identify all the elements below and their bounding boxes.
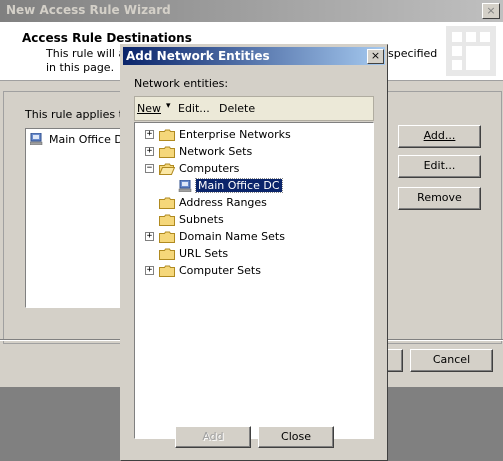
expand-icon[interactable]: + <box>145 130 154 139</box>
tree-node-label: Domain Name Sets <box>179 230 285 243</box>
wizard-title: New Access Rule Wizard <box>6 3 171 17</box>
add-network-entities-dialog: Add Network Entities × Network entities:… <box>120 44 388 461</box>
tree-node-main-office-dc[interactable]: Main Office DC <box>135 178 373 194</box>
network-entities-label: Network entities: <box>134 77 229 90</box>
dialog-add-button[interactable]: Add <box>175 426 251 448</box>
wizard-remove-label: Remove <box>417 191 462 204</box>
new-menu-label: New <box>137 102 161 115</box>
expand-icon[interactable]: + <box>145 232 154 241</box>
open-folder-icon <box>159 163 175 175</box>
computer-icon <box>30 133 43 145</box>
folder-icon <box>159 231 175 243</box>
dialog-title: Add Network Entities <box>126 49 270 63</box>
destination-list-item[interactable]: Main Office DC <box>49 133 131 146</box>
tree-node-label: Enterprise Networks <box>179 128 291 141</box>
delete-toolbar-label: Delete <box>219 102 256 115</box>
dialog-close-button[interactable]: Close <box>258 426 334 448</box>
wizard-edit-label: Edit... <box>423 159 456 172</box>
folder-icon <box>159 129 175 141</box>
wizard-edit-button[interactable]: Edit... <box>398 155 481 178</box>
collapse-icon[interactable]: − <box>145 164 154 173</box>
wizard-description-line2: in this page. <box>46 61 115 74</box>
tree-node-label-selected: Main Office DC <box>195 178 283 193</box>
tree-node-label: Computer Sets <box>179 264 261 277</box>
tree-node-label: Network Sets <box>179 145 253 158</box>
tree-node-computers[interactable]: − Computers <box>135 161 373 177</box>
tree-node-label: Address Ranges <box>179 196 267 209</box>
entities-toolbar: New ▾ Edit... Delete <box>134 96 374 121</box>
edit-toolbar-label: Edit... <box>178 102 210 115</box>
wizard-titlebar: New Access Rule Wizard × <box>0 0 503 22</box>
tree-node-label: Subnets <box>179 213 224 226</box>
wizard-heading: Access Rule Destinations <box>22 31 192 45</box>
tree-node-network-sets[interactable]: + Network Sets <box>135 144 373 160</box>
tree-node-label: Computers <box>179 162 240 175</box>
tree-node-domain-name-sets[interactable]: + Domain Name Sets <box>135 229 373 245</box>
chevron-down-icon[interactable]: ▾ <box>166 101 171 111</box>
tree-node-subnets[interactable]: Subnets <box>135 212 373 228</box>
folder-icon <box>159 197 175 209</box>
folder-icon <box>159 214 175 226</box>
wizard-logo-icon <box>446 26 496 76</box>
destination-list[interactable]: Main Office DC <box>25 128 131 308</box>
wizard-cancel-label: Cancel <box>432 353 471 366</box>
tree-node-computer-sets[interactable]: + Computer Sets <box>135 263 373 279</box>
wizard-add-label: Add... <box>423 129 456 142</box>
edit-toolbar-button[interactable]: Edit... <box>178 102 210 115</box>
tree-node-label: URL Sets <box>179 247 229 260</box>
wizard-add-button[interactable]: Add... <box>398 125 481 148</box>
folder-icon <box>159 248 175 260</box>
expand-icon[interactable]: + <box>145 266 154 275</box>
wizard-description-tail: specified <box>388 47 438 60</box>
tree-node-address-ranges[interactable]: Address Ranges <box>135 195 373 211</box>
delete-toolbar-button[interactable]: Delete <box>219 102 255 115</box>
folder-icon <box>159 265 175 277</box>
computer-icon <box>178 180 192 192</box>
dialog-close-icon[interactable]: × <box>367 49 384 64</box>
folder-icon <box>159 146 175 158</box>
wizard-cancel-button[interactable]: Cancel <box>410 349 493 372</box>
tree-node-enterprise-networks[interactable]: + Enterprise Networks <box>135 127 373 143</box>
tree-node-url-sets[interactable]: URL Sets <box>135 246 373 262</box>
new-menu-button[interactable]: New <box>137 102 161 115</box>
expand-icon[interactable]: + <box>145 147 154 156</box>
wizard-remove-button[interactable]: Remove <box>398 187 481 210</box>
dialog-titlebar: Add Network Entities × <box>123 47 385 65</box>
network-entities-tree[interactable]: + Enterprise Networks + Network Sets − C… <box>134 122 374 439</box>
wizard-close-icon[interactable]: × <box>482 3 500 19</box>
